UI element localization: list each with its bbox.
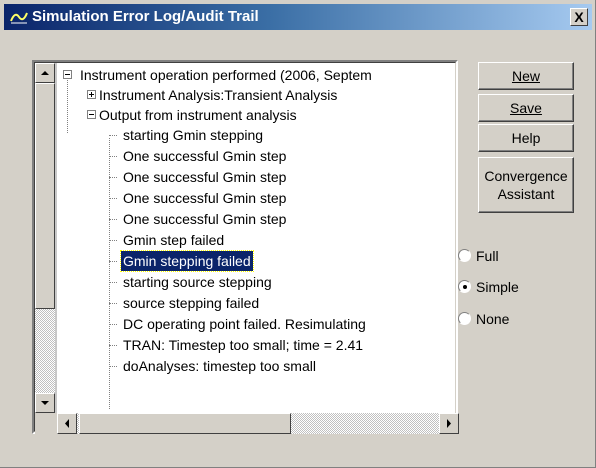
simulation-app-icon (10, 12, 28, 24)
tree-node-label: One successful Gmin step (123, 148, 287, 164)
window-title: Simulation Error Log/Audit Trail (32, 8, 259, 25)
tree-node-label: starting Gmin stepping (123, 127, 264, 143)
error-log-window: Simulation Error Log/Audit Trail X Instr… (0, 0, 596, 468)
new-button[interactable]: New (478, 62, 574, 90)
scroll-right-button[interactable] (439, 413, 459, 434)
triangle-left-icon (65, 419, 69, 428)
log-tree-panel: Instrument operation performed (2006, Se… (32, 60, 459, 434)
tree-node-label: doAnalyses: timestep too small (123, 358, 316, 374)
radio-circle[interactable] (458, 312, 471, 325)
scroll-left-button[interactable] (57, 413, 77, 434)
vertical-scroll-thumb[interactable] (35, 83, 55, 309)
horizontal-scrollbar[interactable] (57, 413, 459, 434)
tree-node-label: TRAN: Timestep too small; time = 2.41 (123, 337, 364, 353)
tree-node-label: One successful Gmin step (123, 169, 287, 185)
triangle-down-icon (41, 401, 49, 405)
title-bar[interactable]: Simulation Error Log/Audit Trail X (4, 4, 592, 30)
tree-node-label: Output from instrument analysis (99, 107, 297, 123)
triangle-right-icon (447, 419, 451, 428)
scroll-down-button[interactable] (35, 393, 55, 413)
tree-node-label: One successful Gmin step (123, 211, 287, 227)
log-tree: Instrument operation performed (2006, Se… (57, 63, 459, 413)
collapse-icon[interactable] (87, 110, 96, 119)
help-button[interactable]: Help (478, 124, 574, 152)
expand-icon[interactable] (87, 90, 96, 99)
save-button[interactable]: Save (478, 94, 574, 122)
tree-node-label: starting source stepping (123, 274, 272, 290)
tree-node-label: Gmin stepping failed (120, 250, 254, 272)
convergence-assistant-button[interactable]: Convergence Assistant (478, 157, 574, 213)
scroll-up-button[interactable] (35, 63, 55, 83)
close-button[interactable]: X (570, 8, 588, 26)
vertical-scrollbar[interactable] (35, 63, 57, 413)
radio-circle-checked[interactable] (458, 280, 471, 293)
tree-node-label: source stepping failed (123, 295, 260, 311)
tree-node-label: Gmin step failed (123, 232, 225, 248)
tree-node-label: Instrument operation performed (2006, Se… (80, 67, 372, 83)
triangle-up-icon (41, 71, 49, 75)
collapse-icon[interactable] (63, 70, 72, 79)
tree-node-label: Instrument Analysis:Transient Analysis (99, 87, 338, 103)
vertical-scroll-track[interactable] (35, 309, 55, 393)
tree-node-label: One successful Gmin step (123, 190, 287, 206)
horizontal-scroll-thumb[interactable] (79, 413, 291, 434)
radio-circle[interactable] (458, 249, 471, 262)
tree-node-label: DC operating point failed. Resimulating (123, 316, 366, 332)
